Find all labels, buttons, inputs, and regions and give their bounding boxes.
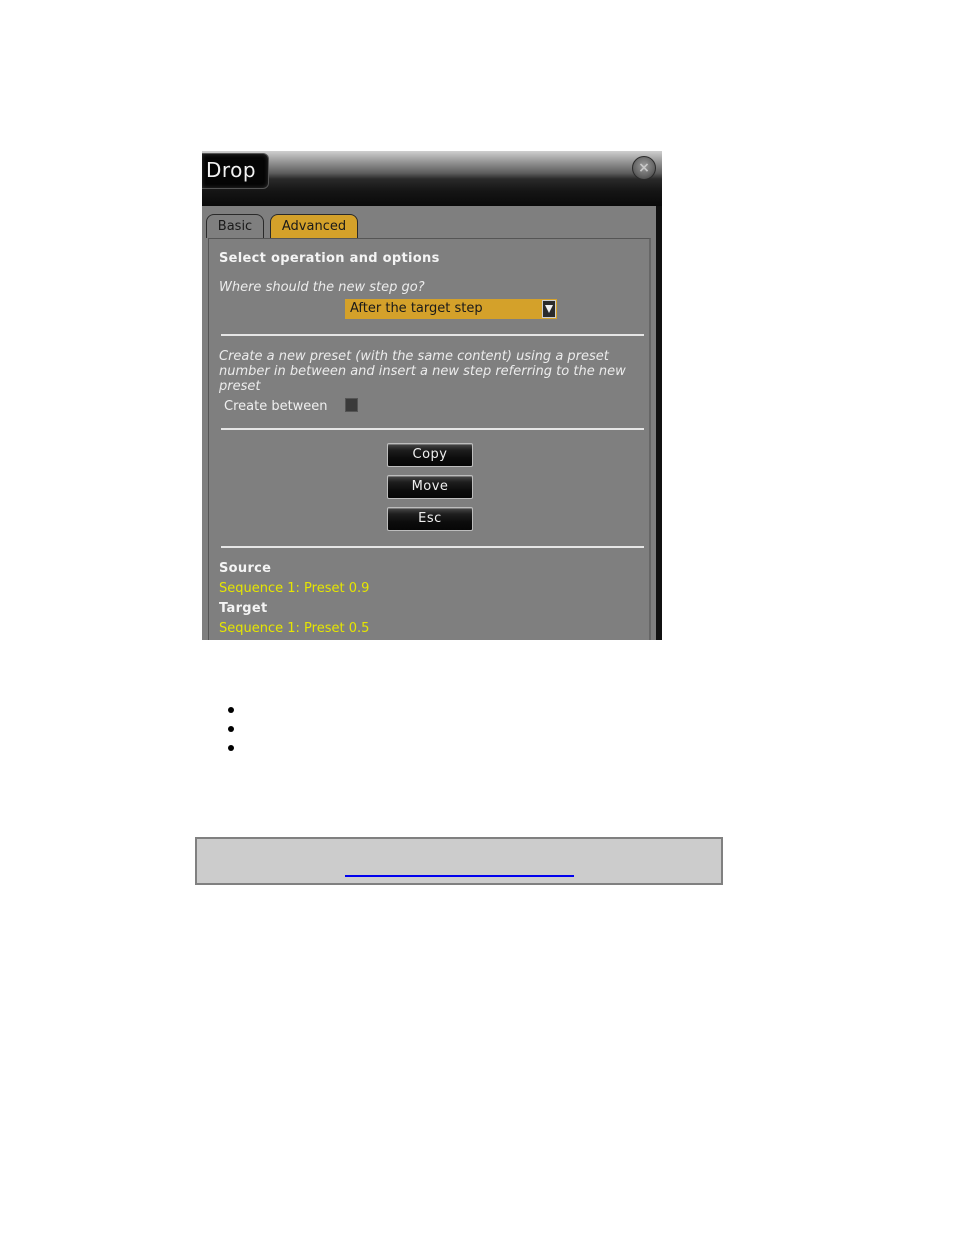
dialog-titlebar[interactable]: Drop × [202, 151, 662, 206]
create-between-checkbox[interactable] [345, 398, 358, 412]
esc-button[interactable]: Esc [387, 507, 473, 531]
advanced-panel: Select operation and options Where shoul… [208, 238, 651, 640]
navigation-box [195, 837, 723, 885]
dialog-title: Drop [206, 158, 257, 182]
drop-dialog: Drop × Basic Advanced Select operation a… [202, 151, 662, 640]
target-value: Sequence 1: Preset 0.5 [219, 621, 370, 636]
position-question: Where should the new step go? [219, 280, 425, 295]
move-button[interactable]: Move [387, 475, 473, 499]
divider [221, 334, 644, 336]
close-icon: × [638, 160, 650, 176]
create-between-description: Create a new preset (with the same conte… [219, 349, 626, 394]
divider [221, 428, 644, 430]
list-item [215, 738, 235, 757]
list-item [215, 700, 235, 719]
bullet-list [215, 700, 235, 757]
position-select-value: After the target step [350, 301, 483, 316]
create-between-label: Create between [224, 399, 328, 414]
navigation-link[interactable] [345, 875, 574, 877]
section-heading: Select operation and options [219, 251, 440, 266]
title-tab: Drop [202, 153, 269, 189]
list-item [215, 719, 235, 738]
target-heading: Target [219, 601, 268, 616]
position-select[interactable]: After the target step [345, 299, 557, 319]
source-value: Sequence 1: Preset 0.9 [219, 581, 370, 596]
close-button[interactable]: × [632, 156, 656, 180]
tab-advanced[interactable]: Advanced [270, 214, 358, 238]
tab-basic[interactable]: Basic [206, 214, 264, 238]
divider [221, 546, 644, 548]
source-heading: Source [219, 561, 272, 576]
copy-button[interactable]: Copy [387, 443, 473, 467]
chevron-down-icon[interactable] [542, 300, 556, 318]
